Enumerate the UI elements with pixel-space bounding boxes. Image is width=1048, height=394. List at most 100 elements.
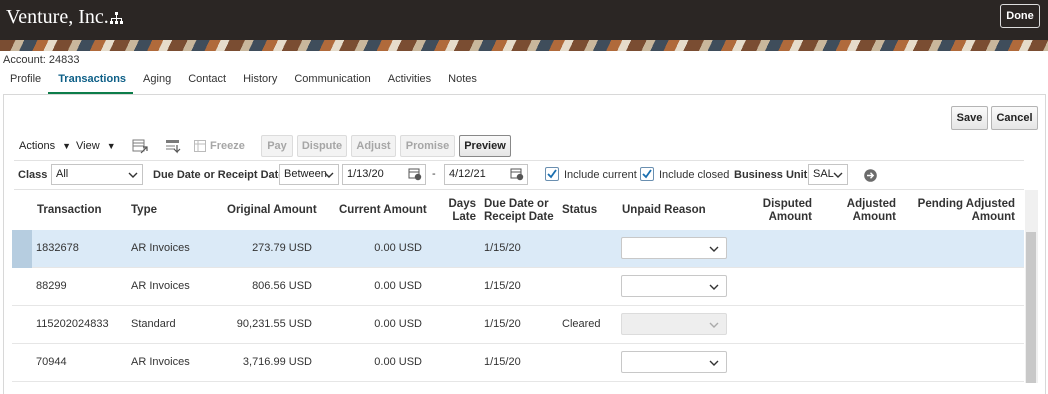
col-status[interactable]: Status	[562, 204, 597, 217]
unpaid-reason-select	[621, 313, 727, 335]
chevron-down-icon	[833, 172, 843, 178]
row-selector[interactable]	[12, 344, 32, 382]
date-to-field[interactable]: 4/12/21	[444, 164, 528, 185]
chevron-down-icon	[324, 172, 334, 178]
cancel-button[interactable]: Cancel	[991, 106, 1038, 130]
chevron-down-icon	[128, 172, 138, 178]
save-button[interactable]: Save	[951, 106, 988, 130]
adjust-button[interactable]: Adjust	[351, 135, 396, 157]
class-label: Class	[18, 169, 48, 181]
top-bar: Venture, Inc. Done	[0, 0, 1048, 40]
checkmark-icon	[547, 169, 557, 179]
freeze-icon	[194, 140, 206, 152]
operator-select[interactable]: Between	[279, 164, 339, 185]
cell-current-amount: 0.00 USD	[374, 280, 422, 292]
decorative-banner	[0, 40, 1048, 51]
promise-button[interactable]: Promise	[400, 135, 455, 157]
col-original-amount[interactable]: Original Amount	[227, 204, 317, 217]
table-row[interactable]: 1832678 AR Invoices 273.79 USD 0.00 USD …	[12, 230, 1024, 268]
dispute-button[interactable]: Dispute	[297, 135, 347, 157]
checkmark-icon	[642, 169, 652, 179]
unpaid-reason-select[interactable]	[621, 351, 727, 373]
col-adjusted-line1: Adjusted	[846, 198, 896, 210]
col-pending-adjusted-amount[interactable]: Pending Adjusted Amount	[905, 198, 1015, 224]
col-adjusted-line2: Amount	[852, 211, 896, 223]
col-due-date-line2: Receipt Date	[484, 211, 554, 223]
table-row[interactable]: 70944 AR Invoices 3,716.99 USD 0.00 USD …	[12, 344, 1024, 382]
unpaid-reason-select[interactable]	[621, 237, 727, 259]
table-row[interactable]: 88299 AR Invoices 806.56 USD 0.00 USD 1/…	[12, 268, 1024, 306]
tab-activities[interactable]: Activities	[378, 68, 438, 94]
col-days-late[interactable]: Days Late	[440, 198, 477, 224]
pay-button[interactable]: Pay	[261, 135, 293, 157]
divider	[14, 189, 1024, 190]
tab-aging[interactable]: Aging	[133, 68, 178, 94]
cell-original-amount: 90,231.55 USD	[236, 318, 312, 330]
cell-original-amount: 3,716.99 USD	[242, 356, 312, 368]
detach-table-icon[interactable]	[132, 138, 148, 154]
col-disputed-line1: Disputed	[762, 198, 812, 210]
col-days-late-line2: Late	[452, 211, 476, 223]
hierarchy-icon[interactable]	[110, 12, 123, 25]
tab-notes[interactable]: Notes	[438, 68, 484, 94]
cell-type: AR Invoices	[131, 280, 190, 292]
col-disputed-amount[interactable]: Disputed Amount	[740, 198, 812, 224]
operator-select-value: Between	[284, 168, 327, 180]
cell-transaction: 70944	[36, 356, 67, 368]
col-due-date-line1: Due Date or	[484, 198, 549, 210]
caret-down-icon: ▼	[62, 141, 72, 151]
col-transaction[interactable]: Transaction	[37, 204, 102, 217]
tab-history[interactable]: History	[233, 68, 284, 94]
include-closed-checkbox[interactable]	[640, 167, 654, 181]
cell-due-date: 1/15/20	[484, 242, 521, 254]
include-current-checkbox[interactable]	[545, 167, 559, 181]
business-unit-value: SAL	[813, 168, 834, 180]
wrap-table-icon[interactable]	[165, 138, 181, 154]
actions-menu-label: Actions	[19, 140, 56, 152]
col-pending-line1: Pending Adjusted	[917, 198, 1015, 210]
col-days-late-line1: Days	[448, 198, 477, 210]
cell-original-amount: 806.56 USD	[252, 280, 312, 292]
actions-menu[interactable]: Actions ▼	[19, 140, 71, 152]
chevron-down-icon	[709, 284, 719, 290]
col-adjusted-amount[interactable]: Adjusted Amount	[826, 198, 896, 224]
tab-transactions[interactable]: Transactions	[48, 68, 134, 94]
row-selector[interactable]	[12, 306, 32, 344]
date-from-field[interactable]: 1/13/20	[342, 164, 426, 185]
tab-contact[interactable]: Contact	[178, 68, 233, 94]
date-from-value: 1/13/20	[347, 168, 384, 180]
cell-transaction: 1832678	[36, 242, 79, 254]
calendar-icon[interactable]	[408, 167, 422, 181]
go-arrow-icon[interactable]	[864, 169, 877, 182]
divider	[14, 160, 1024, 161]
view-menu[interactable]: View ▼	[76, 140, 116, 152]
cell-due-date: 1/15/20	[484, 356, 521, 368]
class-select[interactable]: All	[51, 164, 143, 185]
cell-type: Standard	[131, 318, 176, 330]
class-select-value: All	[56, 168, 69, 180]
done-button[interactable]: Done	[1000, 4, 1040, 28]
col-due-date[interactable]: Due Date or Receipt Date	[484, 198, 554, 224]
calendar-icon[interactable]	[510, 167, 524, 181]
scrollbar-thumb[interactable]	[1026, 232, 1036, 383]
freeze-button[interactable]: Freeze	[210, 140, 245, 152]
col-type[interactable]: Type	[131, 204, 157, 217]
cell-transaction: 115202024833	[36, 318, 109, 330]
row-selector[interactable]	[12, 268, 32, 306]
business-unit-select[interactable]: SAL	[808, 164, 848, 185]
business-unit-label: Business Unit	[734, 169, 808, 181]
tab-communication[interactable]: Communication	[284, 68, 377, 94]
chevron-down-icon	[709, 322, 719, 328]
col-unpaid-reason[interactable]: Unpaid Reason	[622, 204, 706, 217]
col-current-amount[interactable]: Current Amount	[339, 204, 427, 217]
app-title: Venture, Inc.	[6, 6, 109, 28]
table-row[interactable]: 115202024833 Standard 90,231.55 USD 0.00…	[12, 306, 1024, 344]
unpaid-reason-select[interactable]	[621, 275, 727, 297]
include-current-label: Include current	[564, 169, 637, 181]
cell-status: Cleared	[562, 318, 601, 330]
preview-button[interactable]: Preview	[459, 135, 511, 157]
cell-type: AR Invoices	[131, 242, 190, 254]
include-closed-label: Include closed	[659, 169, 730, 181]
row-selector[interactable]	[12, 230, 32, 268]
tab-profile[interactable]: Profile	[0, 68, 48, 94]
